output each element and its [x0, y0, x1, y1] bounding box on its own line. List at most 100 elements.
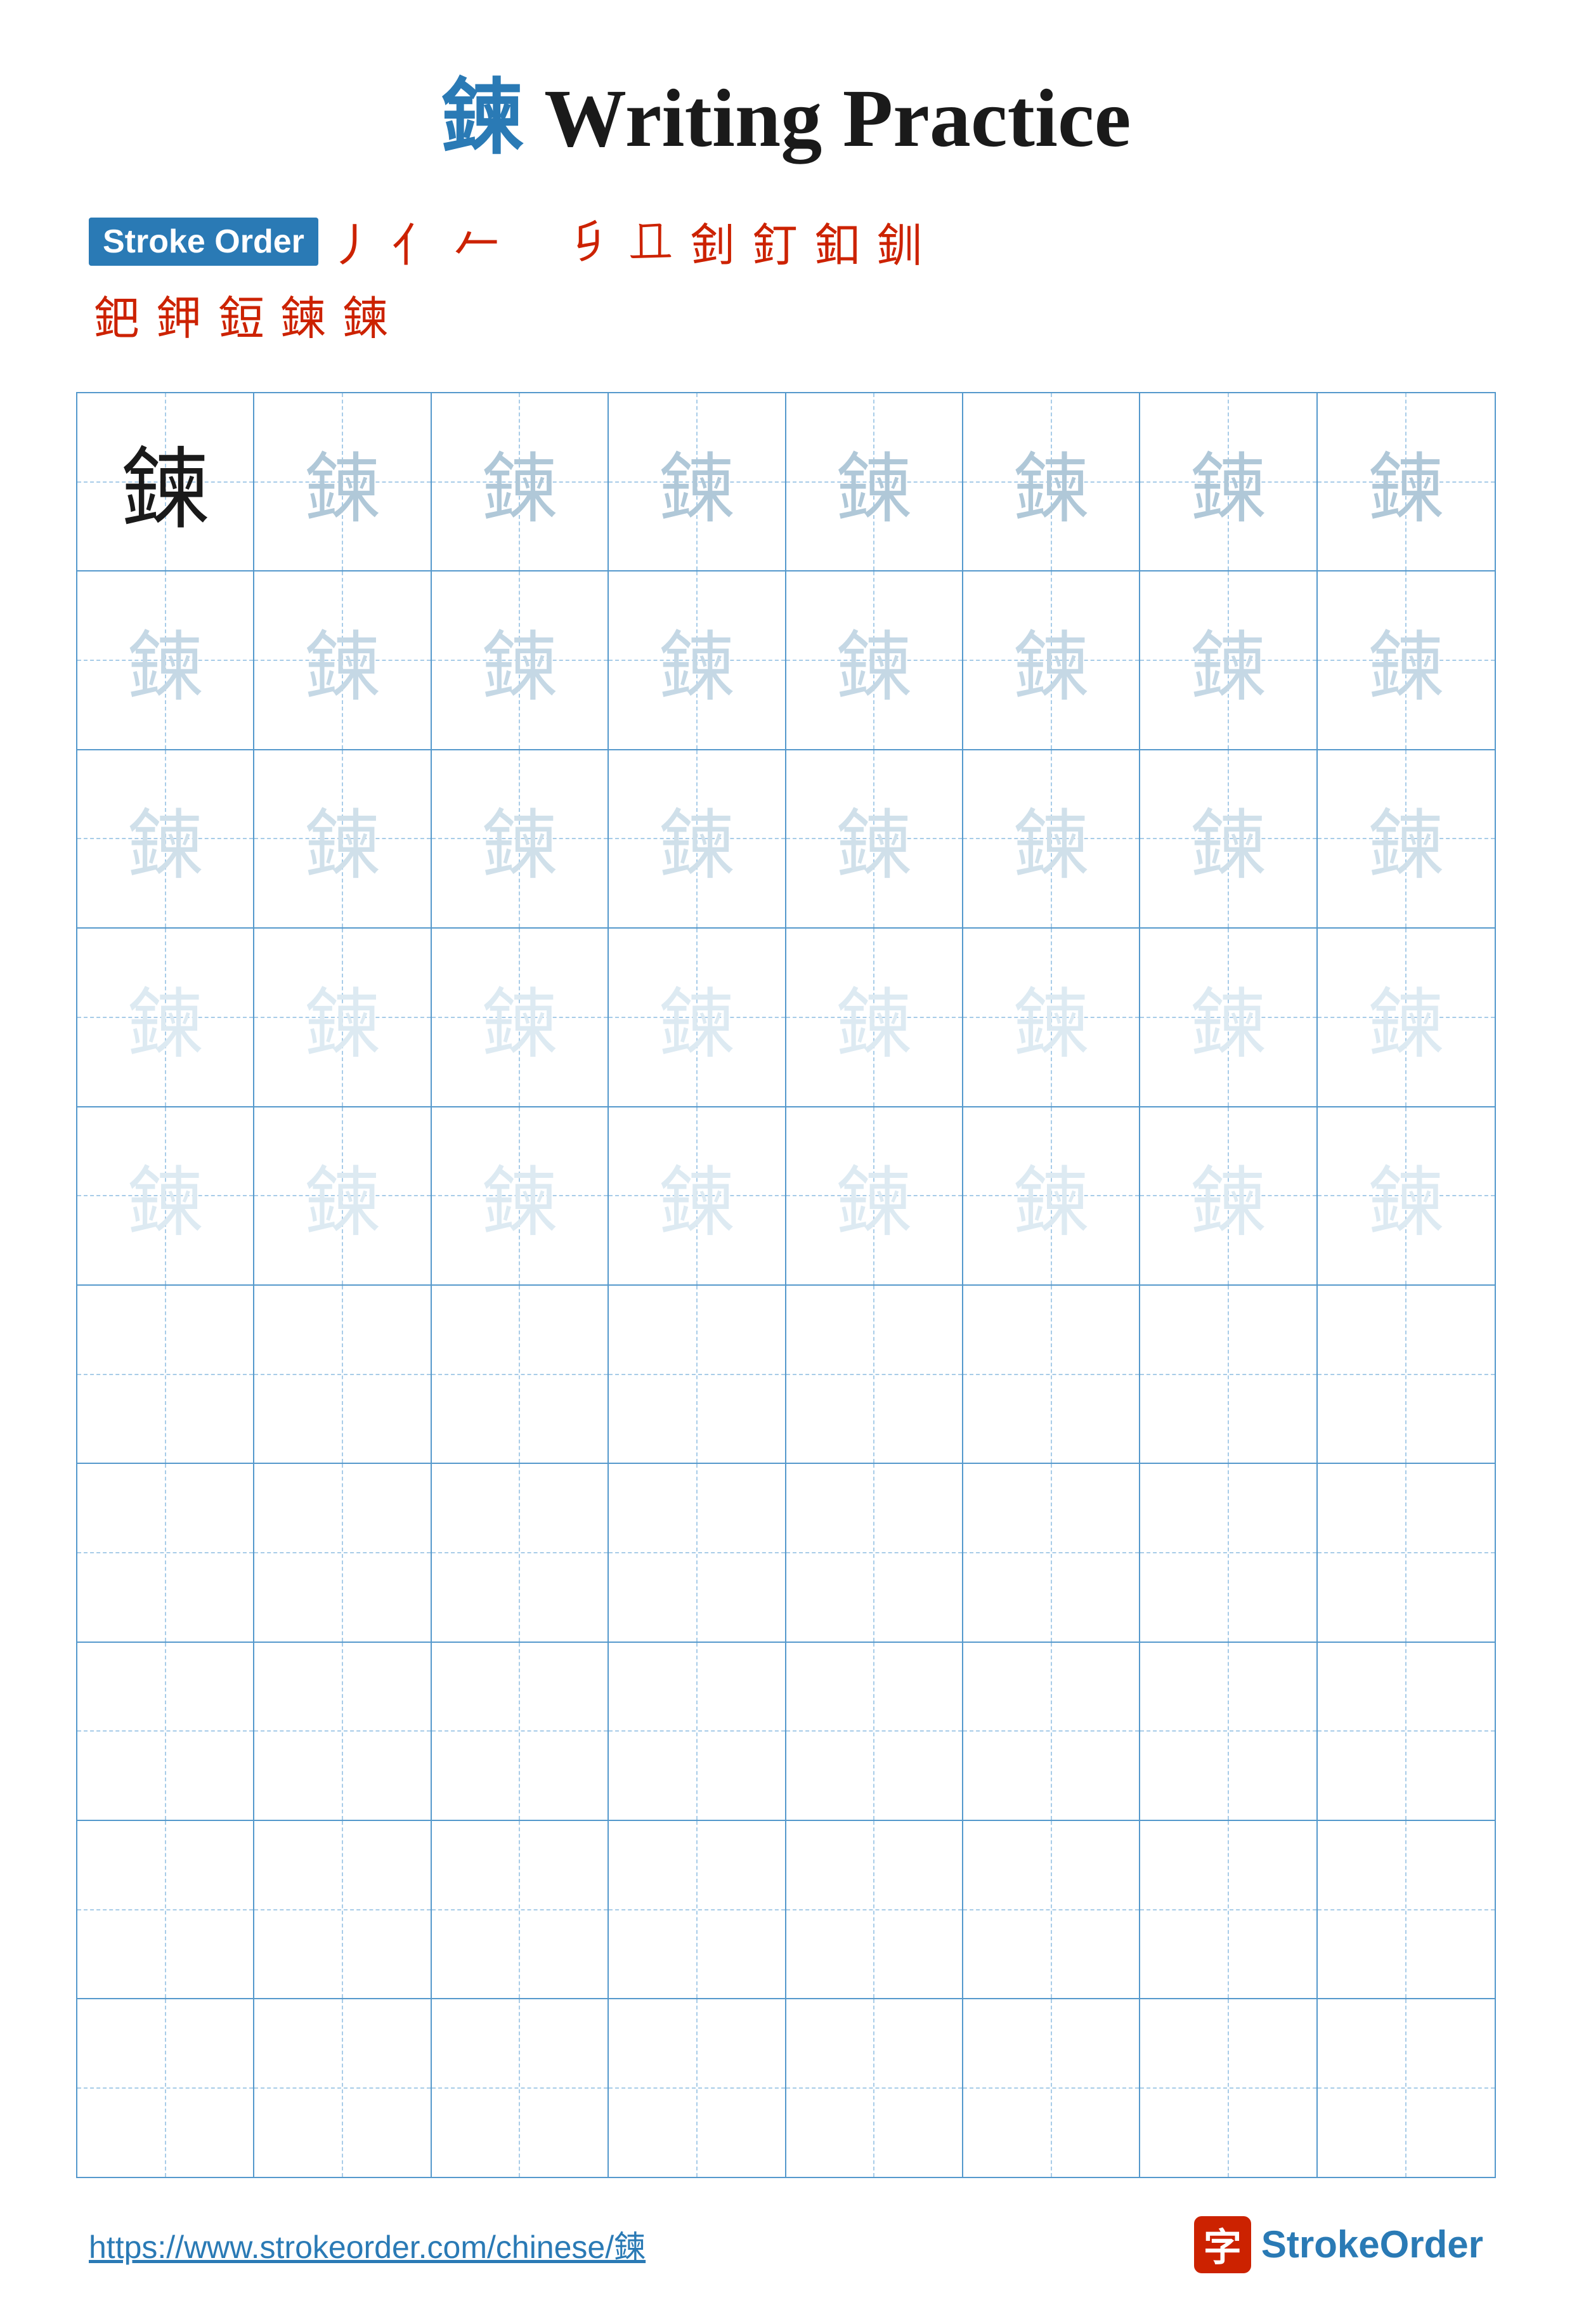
- grid-cell[interactable]: 鍊: [1318, 1107, 1495, 1284]
- grid-cell[interactable]: [786, 1643, 963, 1820]
- grid-cell[interactable]: [786, 1464, 963, 1641]
- grid-cell[interactable]: 鍊: [254, 750, 431, 927]
- grid-cell[interactable]: [254, 1999, 431, 2176]
- grid-cell[interactable]: 鍊: [432, 750, 609, 927]
- cell-char: 鍊: [1368, 783, 1444, 894]
- grid-cell[interactable]: 鍊: [77, 393, 254, 570]
- grid-cell[interactable]: [963, 1464, 1140, 1641]
- grid-cell[interactable]: 鍊: [786, 750, 963, 927]
- grid-cell[interactable]: [963, 1286, 1140, 1463]
- cell-char: 鍊: [1190, 427, 1266, 537]
- grid-cell[interactable]: 鍊: [1318, 571, 1495, 748]
- grid-cell[interactable]: 鍊: [609, 571, 786, 748]
- grid-cell[interactable]: 鍊: [786, 393, 963, 570]
- grid-cell[interactable]: [609, 1464, 786, 1641]
- grid-cell[interactable]: [77, 1821, 254, 1998]
- stroke-2: 亻: [392, 208, 438, 275]
- grid-cell[interactable]: 鍊: [609, 929, 786, 1106]
- grid-cell[interactable]: 鍊: [786, 929, 963, 1106]
- grid-cell[interactable]: 鍊: [77, 929, 254, 1106]
- grid-cell[interactable]: [1318, 1999, 1495, 2176]
- grid-cell[interactable]: [963, 1643, 1140, 1820]
- grid-cell[interactable]: [609, 1999, 786, 2176]
- cell-char: 鍊: [1368, 427, 1444, 537]
- grid-cell[interactable]: 鍊: [963, 393, 1140, 570]
- grid-cell[interactable]: [432, 1643, 609, 1820]
- grid-cell[interactable]: [786, 1999, 963, 2176]
- stroke-7: 𠂎: [566, 214, 611, 269]
- grid-cell[interactable]: [1140, 1643, 1317, 1820]
- grid-cell[interactable]: 鍊: [77, 571, 254, 748]
- grid-cell[interactable]: 鍊: [432, 929, 609, 1106]
- grid-cell[interactable]: 鍊: [254, 571, 431, 748]
- grid-cell[interactable]: [77, 1286, 254, 1463]
- grid-cell[interactable]: 鍊: [963, 571, 1140, 748]
- grid-cell[interactable]: 鍊: [963, 750, 1140, 927]
- grid-cell[interactable]: [1140, 1999, 1317, 2176]
- grid-cell[interactable]: 鍊: [1318, 750, 1495, 927]
- footer-url[interactable]: https://www.strokeorder.com/chinese/鍊: [89, 2222, 646, 2268]
- grid-cell[interactable]: [609, 1821, 786, 1998]
- cell-char: 鍊: [1013, 605, 1089, 715]
- grid-cell[interactable]: 鍊: [432, 1107, 609, 1284]
- grid-cell[interactable]: [963, 1999, 1140, 2176]
- grid-cell[interactable]: [432, 1999, 609, 2176]
- stroke-17: 鍊: [342, 281, 388, 348]
- grid-row-6: [77, 1286, 1495, 1464]
- cell-char: 鍊: [304, 783, 380, 894]
- grid-cell[interactable]: 鍊: [1140, 571, 1317, 748]
- cell-char: 鍊: [304, 605, 380, 715]
- stroke-order-label: Stroke Order: [89, 218, 318, 266]
- cell-char: 鍊: [127, 1140, 204, 1251]
- grid-cell[interactable]: [786, 1821, 963, 1998]
- grid-cell[interactable]: 鍊: [609, 750, 786, 927]
- grid-cell[interactable]: [963, 1821, 1140, 1998]
- grid-cell[interactable]: 鍊: [77, 750, 254, 927]
- grid-cell[interactable]: [1318, 1643, 1495, 1820]
- grid-cell[interactable]: 鍊: [254, 1107, 431, 1284]
- grid-cell[interactable]: [1318, 1286, 1495, 1463]
- grid-cell[interactable]: [254, 1821, 431, 1998]
- grid-cell[interactable]: [609, 1286, 786, 1463]
- grid-row-3: 鍊 鍊 鍊 鍊 鍊 鍊 鍊 鍊: [77, 750, 1495, 929]
- grid-cell[interactable]: [77, 1464, 254, 1641]
- cell-char: 鍊: [481, 1140, 557, 1251]
- grid-cell[interactable]: 鍊: [786, 571, 963, 748]
- grid-cell[interactable]: [432, 1821, 609, 1998]
- grid-cell[interactable]: [1140, 1464, 1317, 1641]
- grid-cell[interactable]: 鍊: [432, 571, 609, 748]
- grid-cell[interactable]: 鍊: [1140, 750, 1317, 927]
- grid-cell[interactable]: 鍊: [1140, 393, 1317, 570]
- grid-cell[interactable]: 鍊: [963, 1107, 1140, 1284]
- cell-char: 鍊: [127, 605, 204, 715]
- grid-cell[interactable]: [254, 1464, 431, 1641]
- grid-cell[interactable]: 鍊: [77, 1107, 254, 1284]
- grid-cell[interactable]: 鍊: [963, 929, 1140, 1106]
- grid-cell[interactable]: 鍊: [609, 1107, 786, 1284]
- grid-cell[interactable]: [432, 1464, 609, 1641]
- grid-cell[interactable]: [1140, 1286, 1317, 1463]
- logo-order: Order: [1380, 2223, 1483, 2266]
- grid-cell[interactable]: [254, 1643, 431, 1820]
- grid-cell[interactable]: 鍊: [609, 393, 786, 570]
- grid-cell[interactable]: [786, 1286, 963, 1463]
- grid-cell[interactable]: 鍊: [1318, 929, 1495, 1106]
- grid-cell[interactable]: [432, 1286, 609, 1463]
- grid-cell[interactable]: [1318, 1464, 1495, 1641]
- stroke-order-section: Stroke Order 丿 亻 𠂉 𠂋 𠂌 𠂍 𠂎 𠀃 釗 釘 釦 釧 鈀 鉀…: [76, 208, 1496, 354]
- grid-cell[interactable]: [1140, 1821, 1317, 1998]
- grid-cell[interactable]: 鍊: [254, 929, 431, 1106]
- grid-cell[interactable]: 鍊: [786, 1107, 963, 1284]
- grid-cell[interactable]: 鍊: [1140, 929, 1317, 1106]
- grid-cell[interactable]: [1318, 1821, 1495, 1998]
- grid-cell[interactable]: [77, 1643, 254, 1820]
- grid-cell[interactable]: [254, 1286, 431, 1463]
- grid-cell[interactable]: 鍊: [1318, 393, 1495, 570]
- grid-cell[interactable]: 鍊: [432, 393, 609, 570]
- grid-cell[interactable]: 鍊: [1140, 1107, 1317, 1284]
- grid-cell[interactable]: [609, 1643, 786, 1820]
- cell-char: 鍊: [1190, 605, 1266, 715]
- grid-cell[interactable]: 鍊: [254, 393, 431, 570]
- grid-cell[interactable]: [77, 1999, 254, 2176]
- cell-char: 鍊: [304, 1140, 380, 1251]
